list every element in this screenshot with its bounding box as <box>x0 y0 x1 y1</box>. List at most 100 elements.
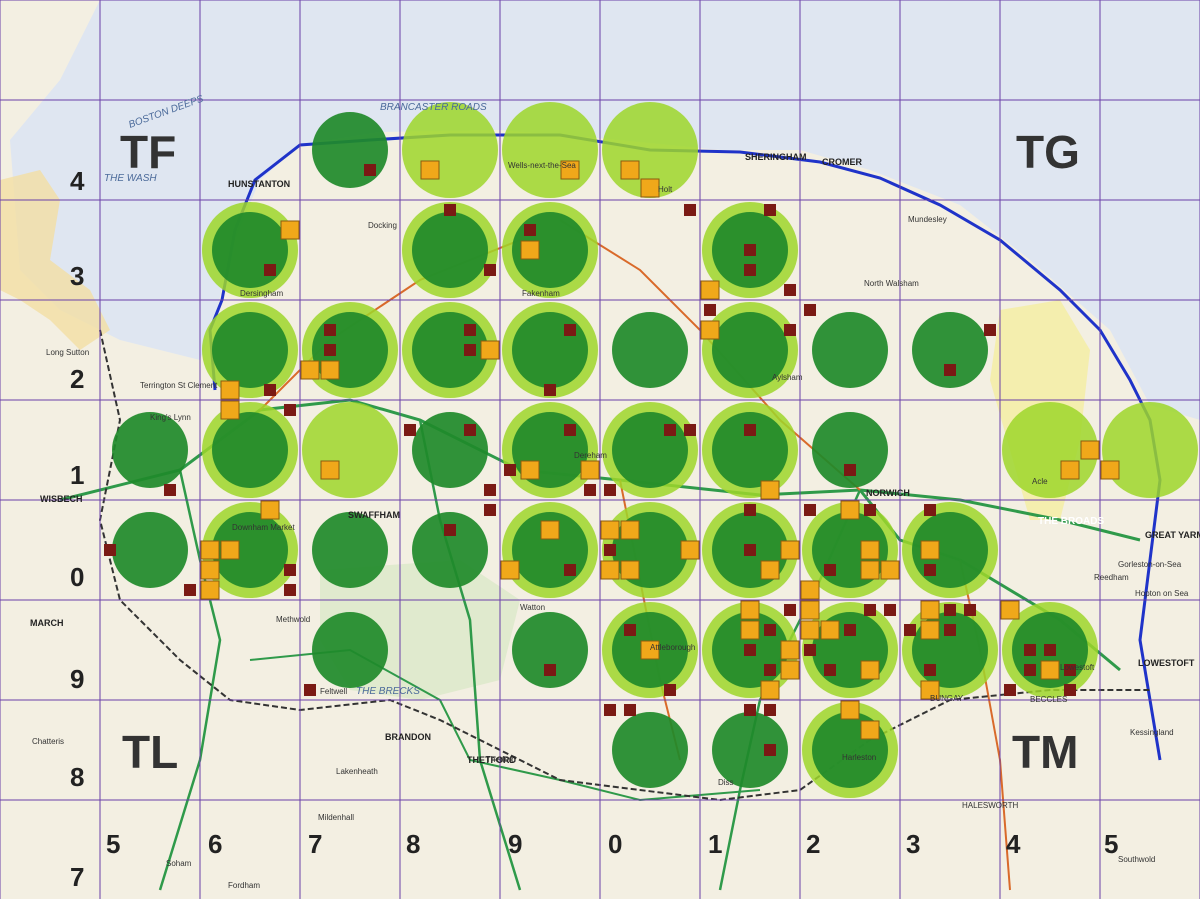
record-square-orange <box>200 560 220 580</box>
place-label: Kessingland <box>1130 728 1174 737</box>
place-label: Chatteris <box>32 737 64 746</box>
record-square-orange <box>1000 600 1020 620</box>
record-square-maroon <box>784 284 796 296</box>
record-square-maroon <box>284 404 296 416</box>
record-square-maroon <box>184 584 196 596</box>
record-square-maroon <box>264 384 276 396</box>
record-square-maroon <box>544 664 556 676</box>
record-circle-outer <box>1102 402 1198 498</box>
record-square-orange <box>920 540 940 560</box>
place-label: BRANDON <box>385 732 431 742</box>
record-square-orange <box>200 580 220 600</box>
record-square-orange <box>620 160 640 180</box>
place-label: Terrington St Clement <box>140 381 218 390</box>
record-square-maroon <box>164 484 176 496</box>
place-label: SHERINGHAM <box>745 152 807 162</box>
record-square-orange <box>600 560 620 580</box>
place-label: Docking <box>368 221 397 230</box>
survey-map: HUNSTANTON SHERINGHAM CROMER NORWICH GRE… <box>0 0 1200 899</box>
record-square-orange <box>220 380 240 400</box>
record-square-orange <box>300 360 320 380</box>
record-square-maroon <box>444 204 456 216</box>
record-square-orange <box>200 540 220 560</box>
easting-label: 7 <box>308 829 322 859</box>
record-circle-inner <box>512 612 588 688</box>
place-label: BECCLES <box>1030 695 1067 704</box>
record-square-maroon <box>764 704 776 716</box>
record-square-maroon <box>364 164 376 176</box>
easting-label: 8 <box>406 829 420 859</box>
place-label: Lakenheath <box>336 767 378 776</box>
place-label: Fakenham <box>522 289 560 298</box>
record-square-orange <box>760 480 780 500</box>
grid-square-label: TL <box>122 726 178 778</box>
record-square-orange <box>580 460 600 480</box>
record-square-orange <box>480 340 500 360</box>
record-square-maroon <box>104 544 116 556</box>
record-circle-inner <box>612 712 688 788</box>
record-square-orange <box>840 500 860 520</box>
place-label: CROMER <box>822 157 862 167</box>
place-label: Downham Market <box>232 523 295 532</box>
record-square-orange <box>620 520 640 540</box>
record-square-orange <box>260 500 280 520</box>
record-circle-inner <box>912 312 988 388</box>
record-square-maroon <box>764 624 776 636</box>
record-square-maroon <box>804 304 816 316</box>
place-label: Watton <box>520 603 545 612</box>
place-label: NORWICH <box>866 488 910 498</box>
record-square-maroon <box>924 504 936 516</box>
place-label: HUNSTANTON <box>228 179 290 189</box>
record-square-maroon <box>704 304 716 316</box>
record-square-orange <box>1040 660 1060 680</box>
record-square-orange <box>800 580 820 600</box>
place-label: Aylsham <box>772 373 803 382</box>
record-square-maroon <box>744 704 756 716</box>
easting-label: 9 <box>508 829 522 859</box>
record-square-maroon <box>604 484 616 496</box>
record-square-maroon <box>804 504 816 516</box>
place-label: Fordham <box>228 881 260 890</box>
record-square-maroon <box>824 564 836 576</box>
record-circle-inner <box>612 312 688 388</box>
record-square-orange <box>320 360 340 380</box>
record-square-orange <box>1080 440 1100 460</box>
easting-label: 0 <box>608 829 622 859</box>
place-label: Soham <box>166 859 192 868</box>
record-square-maroon <box>1024 664 1036 676</box>
northing-label: 2 <box>70 364 84 394</box>
place-label: Dersingham <box>240 289 283 298</box>
record-circle-inner <box>212 412 288 488</box>
northing-label: 7 <box>70 862 84 892</box>
record-square-orange <box>1100 460 1120 480</box>
record-square-orange <box>540 520 560 540</box>
place-label: Methwold <box>276 615 310 624</box>
record-square-maroon <box>584 484 596 496</box>
record-square-orange <box>920 600 940 620</box>
place-label: SWAFFHAM <box>348 510 400 520</box>
northing-label: 8 <box>70 762 84 792</box>
record-square-maroon <box>764 744 776 756</box>
record-square-orange <box>780 540 800 560</box>
record-square-orange <box>220 540 240 560</box>
record-square-maroon <box>264 264 276 276</box>
record-square-orange <box>760 680 780 700</box>
record-square-maroon <box>944 604 956 616</box>
record-square-orange <box>740 600 760 620</box>
record-square-maroon <box>664 424 676 436</box>
record-square-maroon <box>764 204 776 216</box>
record-square-orange <box>620 560 640 580</box>
easting-label: 6 <box>208 829 222 859</box>
record-square-maroon <box>504 464 516 476</box>
record-circle-inner <box>412 312 488 388</box>
record-circle-inner <box>712 712 788 788</box>
northing-label: 0 <box>70 562 84 592</box>
record-circle-inner <box>112 512 188 588</box>
record-square-orange <box>700 320 720 340</box>
easting-label: 3 <box>906 829 920 859</box>
place-label: Lowestoft <box>1060 663 1095 672</box>
northing-label: 9 <box>70 664 84 694</box>
easting-label: 1 <box>708 829 722 859</box>
record-square-maroon <box>1004 684 1016 696</box>
place-label: Diss <box>718 778 734 787</box>
